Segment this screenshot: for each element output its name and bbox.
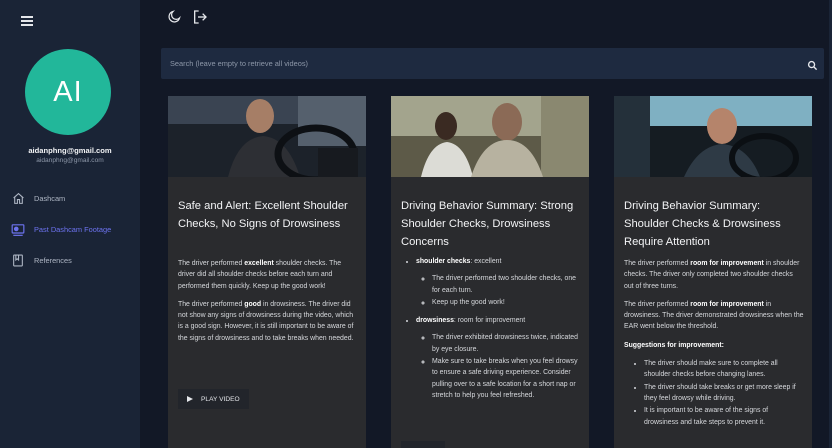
sidebar-item-label: References (34, 255, 72, 265)
card-summary: shoulder checks: excellent The driver pe… (401, 256, 581, 408)
menu-icon[interactable] (21, 16, 33, 26)
home-icon (11, 191, 25, 205)
play-video-button[interactable]: PLAY VIDEO (178, 389, 249, 409)
card-title: Driving Behavior Summary: Strong Shoulde… (401, 200, 574, 248)
list-item: The driver should make sure to complete … (644, 358, 804, 381)
video-card: Driving Behavior Summary: Shoulder Check… (614, 96, 812, 448)
card-summary: The driver performed room for improvemen… (624, 258, 804, 429)
suggestions-heading: Suggestions for improvement: (624, 341, 724, 349)
search-input[interactable] (161, 48, 801, 79)
logout-icon[interactable] (191, 8, 208, 25)
moon-icon[interactable] (166, 8, 183, 25)
summary-paragraph: The driver performed excellent shoulder … (178, 260, 342, 290)
card-title: Driving Behavior Summary: Shoulder Check… (624, 200, 781, 248)
summary-paragraph: The driver performed room for improvemen… (624, 260, 800, 290)
video-thumbnail[interactable] (168, 96, 366, 177)
list-item: It is important to be aware of the signs… (644, 405, 804, 428)
summary-list: shoulder checks: excellent The driver pe… (401, 256, 581, 401)
video-thumbnail[interactable] (614, 96, 812, 177)
sidebar-item-past-dashcam-footage[interactable]: Past Dashcam Footage (11, 221, 111, 237)
list-item: The driver should take breaks or get mor… (644, 382, 804, 405)
card-title: Safe and Alert: Excellent Shoulder Check… (178, 200, 348, 230)
user-name: aidanphng@gmail.com (28, 146, 112, 155)
summary-paragraph: The driver performed good in drowsiness.… (178, 300, 354, 342)
search-icon[interactable] (807, 58, 818, 71)
list-item: drowsiness: room for improvement The dri… (416, 315, 581, 401)
video-thumbnail[interactable] (391, 96, 589, 177)
user-email: aidanphng@gmail.com (36, 157, 104, 164)
video-recording-icon (11, 222, 25, 236)
avatar: AI (25, 49, 111, 135)
sidebar: AI aidanphng@gmail.com aidanphng@gmail.c… (0, 0, 140, 448)
suggestions-list: The driver should make sure to complete … (624, 358, 804, 428)
list-item: Make sure to take breaks when you feel d… (432, 356, 581, 401)
sub-list: The driver exhibited drowsiness twice, i… (416, 332, 581, 401)
search-bar (161, 48, 824, 79)
sidebar-item-label: Dashcam (34, 193, 66, 203)
list-item: The driver exhibited drowsiness twice, i… (432, 332, 581, 355)
sidebar-item-label: Past Dashcam Footage (34, 224, 112, 234)
play-icon (187, 396, 193, 402)
list-item: shoulder checks: excellent The driver pe… (416, 256, 581, 308)
sub-list: The driver performed two shoulder checks… (416, 273, 581, 308)
sidebar-item-references[interactable]: References (11, 252, 72, 268)
play-video-button[interactable] (401, 441, 445, 448)
list-item: Keep up the good work! (432, 297, 581, 308)
summary-paragraph: The driver performed room for improvemen… (624, 300, 804, 331)
video-card: Safe and Alert: Excellent Shoulder Check… (168, 96, 366, 448)
sidebar-item-dashcam[interactable]: Dashcam (11, 190, 65, 206)
card-summary: The driver performed excellent shoulder … (178, 258, 358, 351)
bookmark-book-icon (11, 253, 25, 267)
video-card: Driving Behavior Summary: Strong Shoulde… (391, 96, 589, 448)
list-item: The driver performed two shoulder checks… (432, 273, 581, 296)
